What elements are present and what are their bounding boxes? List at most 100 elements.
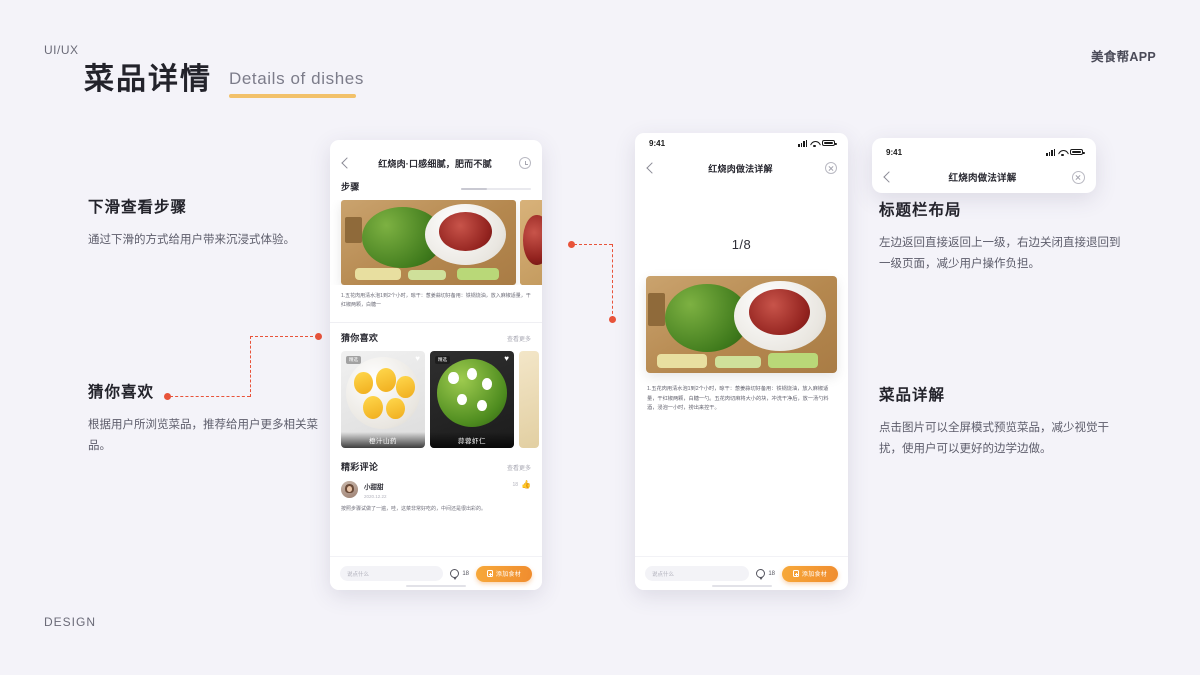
plus-icon bbox=[792, 570, 800, 577]
signal-icon bbox=[798, 139, 807, 147]
food-illustration bbox=[646, 276, 837, 373]
phone2-bottom-bar: 说点什么 18 添加食材 bbox=[635, 556, 848, 590]
comments-section-header: 精彩评论 查看更多 bbox=[330, 460, 542, 473]
steps-section-title: 步骤 bbox=[341, 182, 360, 192]
avatar[interactable] bbox=[341, 481, 358, 498]
signal-icon bbox=[1046, 148, 1055, 156]
card-badge: 精选 bbox=[435, 356, 450, 364]
comment-count: 18 bbox=[768, 570, 775, 577]
phone3-status-bar: 9:41 bbox=[872, 142, 1096, 162]
comment-count-group[interactable]: 18 bbox=[756, 569, 775, 580]
annotation-body: 左边返回直接返回上一级，右边关闭直接退回到一级页面，减少用户操作负担。 bbox=[879, 237, 1121, 271]
step-detail-text: 1.五花肉用清水泡1到2个小时，晾干：葱姜蒜切好备用：铁锅烧油，放入麻椒适量，干… bbox=[647, 386, 829, 412]
status-icons bbox=[1046, 148, 1085, 156]
status-icons bbox=[798, 139, 837, 147]
wifi-icon bbox=[810, 140, 819, 147]
heart-icon[interactable]: ♥ bbox=[504, 355, 509, 363]
phone2-nav-title: 红烧肉做法详解 bbox=[708, 163, 773, 174]
chevron-left-icon[interactable] bbox=[883, 171, 895, 183]
page-title-cn: 菜品详情 bbox=[84, 63, 212, 96]
plus-icon bbox=[486, 570, 494, 577]
comment-bubble-icon bbox=[450, 569, 460, 580]
brand-label: 美食帮APP bbox=[1090, 50, 1156, 64]
comment-count: 18 bbox=[462, 570, 469, 577]
wifi-icon bbox=[1058, 149, 1067, 156]
phone-mockup-detail-list: 红烧肉·口感细腻，肥而不腻 步骤 1.五花肉用清水泡1到2个小时，晾干：葱姜蒜切… bbox=[330, 140, 542, 590]
chevron-left-icon[interactable] bbox=[341, 157, 353, 169]
recommend-section-header: 猜你喜欢 查看更多 bbox=[330, 331, 542, 344]
add-ingredients-button[interactable]: 添加食材 bbox=[782, 565, 838, 582]
card-badge: 精选 bbox=[346, 356, 361, 364]
annotation-titlebar-layout: 标题栏布局 左边返回直接返回上一级，右边关闭直接退回到一级页面，减少用户操作负担… bbox=[879, 198, 1131, 276]
add-ingredients-label: 添加食材 bbox=[495, 572, 522, 578]
annotation-recommendations: 猜你喜欢 根据用户所浏览菜品，推荐给用户更多相关菜品。 bbox=[88, 380, 320, 458]
home-indicator bbox=[406, 585, 466, 587]
phone2-navbar: 红烧肉做法详解 bbox=[635, 153, 848, 183]
title-underline bbox=[229, 93, 356, 98]
connector-line bbox=[250, 336, 251, 397]
navbar-callout-card: 9:41 红烧肉做法详解 bbox=[872, 138, 1096, 193]
chevron-left-icon[interactable] bbox=[646, 162, 658, 174]
card-label: 蒜蓉虾仁 bbox=[430, 432, 514, 448]
phone2-status-bar: 9:41 bbox=[635, 133, 848, 153]
annotation-dish-detail: 菜品详解 点击图片可以全屏模式预览菜品，减少视觉干扰，使用户可以更好的边学边做。 bbox=[879, 383, 1131, 461]
thumbs-up-icon[interactable]: 👍 bbox=[521, 481, 531, 489]
avatar-illustration bbox=[341, 481, 358, 498]
home-indicator bbox=[711, 585, 772, 587]
step-description: 1.五花肉用清水泡1到2个小时，晾干：葱姜蒜切好备用：铁锅烧油，放入麻椒适量，干… bbox=[341, 293, 531, 308]
comment-body: 按照步骤试做了一遍，哇，这菜非常好吃的，中间还是很出彩的。 bbox=[341, 506, 487, 512]
step-image-main[interactable] bbox=[341, 200, 516, 285]
connector-dot-right bbox=[315, 333, 322, 340]
comment-meta: 小甜甜 2020.12.22 bbox=[364, 481, 387, 499]
recommend-card[interactable]: 精选 ♥ 橙汁山药 bbox=[341, 351, 425, 448]
phone1-navbar: 红烧肉·口感细腻，肥而不腻 bbox=[330, 148, 542, 178]
heart-icon[interactable]: ♥ bbox=[415, 355, 420, 363]
comment-input[interactable]: 说点什么 bbox=[645, 566, 750, 581]
steps-image-carousel[interactable] bbox=[330, 200, 542, 285]
battery-icon bbox=[822, 139, 837, 147]
annotation-heading: 标题栏布局 bbox=[879, 202, 962, 219]
phone-mockup-step-detail: 9:41 红烧肉做法详解 1/8 1.五花肉用清水泡1到2个小时，晾干：葱姜蒜切… bbox=[635, 133, 848, 590]
step-image-next[interactable] bbox=[520, 200, 542, 285]
steps-section-header: 步骤 bbox=[330, 180, 542, 193]
recommend-more-link[interactable]: 查看更多 bbox=[507, 334, 531, 343]
phone1-nav-title: 红烧肉·口感细腻，肥而不腻 bbox=[378, 158, 492, 169]
recommend-card-list[interactable]: 精选 ♥ 橙汁山药 精选 ♥ 蒜蓉虾仁 bbox=[330, 351, 542, 448]
food-illustration bbox=[519, 351, 539, 448]
poster-canvas: UI/UX 美食帮APP 菜品详情 Details of dishes DESI… bbox=[0, 0, 1200, 675]
card-label: 橙汁山药 bbox=[341, 432, 425, 448]
comment-like-count: 18 bbox=[512, 482, 519, 488]
comments-more-link[interactable]: 查看更多 bbox=[507, 463, 531, 472]
phone1-bottom-bar: 说点什么 18 添加食材 bbox=[330, 556, 542, 590]
annotation-heading: 下滑查看步骤 bbox=[88, 199, 188, 216]
connector-line bbox=[250, 336, 318, 337]
annotation-body: 通过下滑的方式给用户带来沉浸式体验。 bbox=[88, 234, 295, 246]
comment-item: 小甜甜 2020.12.22 18 👍 bbox=[330, 481, 542, 499]
status-time: 9:41 bbox=[886, 147, 903, 157]
kicker-label: UI/UX bbox=[44, 43, 79, 57]
comment-date: 2020.12.22 bbox=[364, 494, 387, 499]
battery-icon bbox=[1070, 148, 1085, 156]
steps-progress-track bbox=[461, 188, 531, 190]
timer-icon[interactable] bbox=[518, 157, 531, 169]
status-time: 9:41 bbox=[649, 138, 666, 148]
phone3-nav-title: 红烧肉做法详解 bbox=[948, 173, 1017, 184]
annotation-heading: 菜品详解 bbox=[879, 387, 946, 404]
comment-like-group[interactable]: 18 👍 bbox=[512, 481, 531, 489]
food-illustration bbox=[341, 200, 516, 285]
page-title: 菜品详情 Details of dishes bbox=[84, 63, 364, 98]
connector-line bbox=[612, 244, 613, 319]
annotation-scroll-steps: 下滑查看步骤 通过下滑的方式给用户带来沉浸式体验。 bbox=[88, 195, 320, 251]
annotation-body: 根据用户所浏览菜品，推荐给用户更多相关菜品。 bbox=[88, 419, 318, 453]
step-hero-image[interactable] bbox=[646, 276, 837, 373]
recommend-card[interactable]: 精选 ♥ 蒜蓉虾仁 bbox=[430, 351, 514, 448]
close-circle-icon[interactable] bbox=[1072, 170, 1085, 184]
comment-count-group[interactable]: 18 bbox=[450, 569, 469, 580]
connector-dot-mid-bottom bbox=[609, 316, 616, 323]
page-title-en-wrap: Details of dishes bbox=[229, 69, 364, 98]
comment-input[interactable]: 说点什么 bbox=[340, 566, 444, 581]
recommend-card-next[interactable] bbox=[519, 351, 539, 448]
close-circle-icon[interactable] bbox=[825, 162, 837, 174]
recommend-section-title: 猜你喜欢 bbox=[341, 333, 379, 343]
add-ingredients-button[interactable]: 添加食材 bbox=[476, 565, 532, 582]
